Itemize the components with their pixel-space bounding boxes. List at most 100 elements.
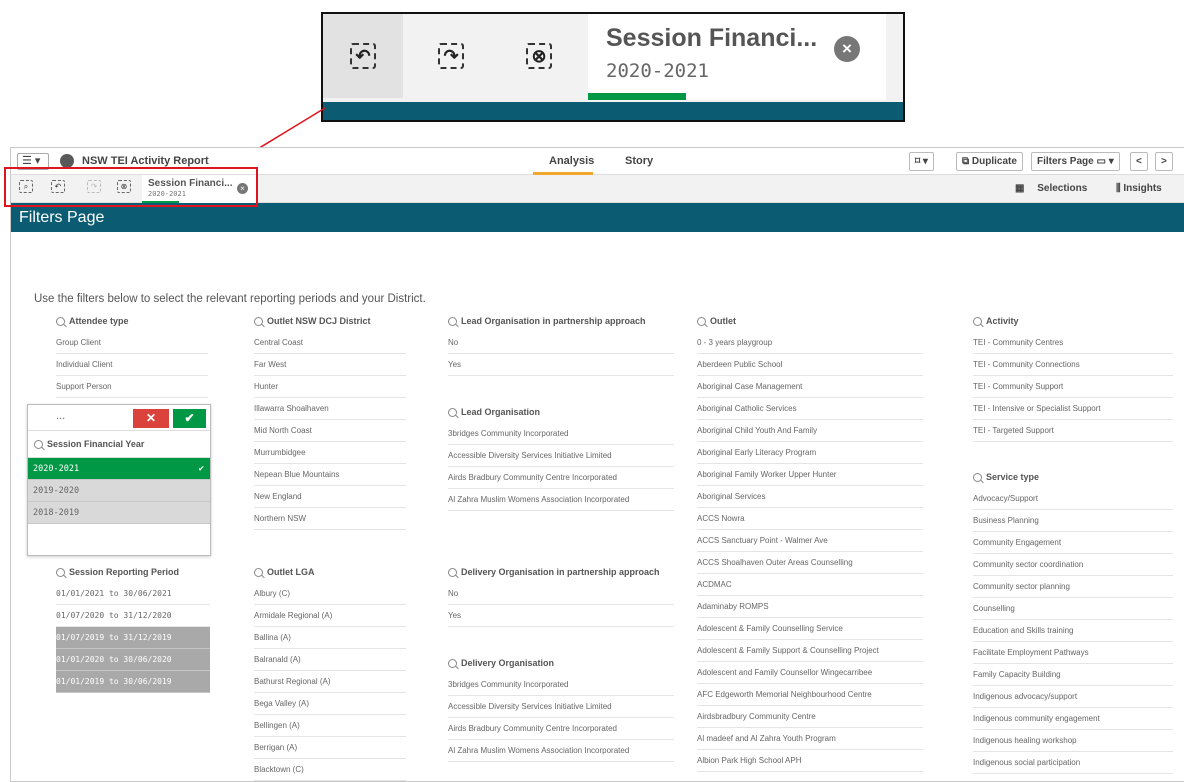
list-item[interactable]: Bellingen (A) — [254, 715, 406, 737]
list-item[interactable]: Indigenous healing workshop — [973, 730, 1173, 752]
sheet-selector[interactable]: Filters Page ▭ ▾ — [1031, 152, 1120, 171]
list-item[interactable]: Airds Bradbury Community Centre Incorpor… — [448, 718, 674, 740]
confirm-selection-button[interactable]: ✔ — [173, 409, 206, 428]
list-item[interactable]: Accessible Diversity Services Initiative… — [448, 445, 674, 467]
list-item[interactable]: Aboriginal Case Management — [697, 376, 923, 398]
listbox-header[interactable]: Session Financial Year — [28, 431, 210, 458]
list-item[interactable]: Bathurst Regional (A) — [254, 671, 406, 693]
zoom-forward-button[interactable]: ↷ — [411, 14, 491, 98]
list-item[interactable]: Advocacy/Support — [973, 488, 1173, 510]
list-item[interactable]: Group Client — [56, 332, 208, 354]
list-item[interactable]: Adaminaby ROMPS — [697, 596, 923, 618]
list-item[interactable]: Community sector planning — [973, 576, 1173, 598]
list-item[interactable]: Albion Park High School APH — [697, 750, 923, 772]
list-item[interactable]: Bega Valley (A) — [254, 693, 406, 715]
list-item[interactable]: TEI - Community Connections — [973, 354, 1173, 376]
list-item[interactable]: 2020-2021 ✔ — [28, 458, 210, 480]
list-item[interactable]: Facilitate Employment Pathways — [973, 642, 1173, 664]
list-item[interactable]: Adolescent & Family Support & Counsellin… — [697, 640, 923, 662]
list-item[interactable]: Support Person — [56, 376, 208, 398]
close-icon[interactable]: × — [834, 36, 860, 62]
insights-button[interactable]: ⫼ Insights — [1116, 183, 1162, 194]
filter-header[interactable]: Outlet NSW DCJ District — [254, 310, 406, 332]
list-item[interactable]: Northern NSW — [254, 508, 406, 530]
list-item[interactable]: Indigenous social participation — [973, 752, 1173, 774]
list-item[interactable]: No — [448, 583, 674, 605]
filter-header[interactable]: Attendee type — [56, 310, 208, 332]
filter-header[interactable]: Lead Organisation in partnership approac… — [448, 310, 674, 332]
list-item[interactable]: Central Coast — [254, 332, 406, 354]
duplicate-button[interactable]: ⧉ Duplicate — [956, 152, 1023, 171]
list-item[interactable]: 01/07/2020 to 31/12/2020 — [56, 605, 210, 627]
list-item[interactable]: Aboriginal Family Worker Upper Hunter — [697, 464, 923, 486]
list-item[interactable]: TEI - Intensive or Specialist Support — [973, 398, 1173, 420]
list-item[interactable]: 01/07/2019 to 31/12/2019 — [56, 627, 210, 649]
list-item[interactable]: Indigenous community engagement — [973, 708, 1173, 730]
filter-header[interactable]: Outlet — [697, 310, 923, 332]
filter-header[interactable]: Outlet LGA — [254, 561, 406, 583]
list-item[interactable]: 2019-2020 — [28, 480, 210, 502]
list-item[interactable]: TEI - Community Centres — [973, 332, 1173, 354]
list-item[interactable]: Hunter — [254, 376, 406, 398]
list-item[interactable]: 01/01/2019 to 30/06/2019 — [56, 671, 210, 693]
list-item[interactable]: Airdsbradbury Community Centre — [697, 706, 923, 728]
list-item[interactable]: New England — [254, 486, 406, 508]
list-item[interactable]: 2018-2019 — [28, 502, 210, 524]
more-options-button[interactable]: ... — [56, 410, 65, 422]
list-item[interactable]: Adolescent & Family Counselling Service — [697, 618, 923, 640]
next-sheet-button[interactable]: > — [1155, 152, 1173, 171]
list-item[interactable]: Aboriginal Early Literacy Program — [697, 442, 923, 464]
list-item[interactable]: 0 - 3 years playgroup — [697, 332, 923, 354]
list-item[interactable]: Yes — [448, 354, 674, 376]
list-item[interactable]: 3bridges Community Incorporated — [448, 674, 674, 696]
list-item[interactable]: Community Engagement — [973, 532, 1173, 554]
list-item[interactable]: ACCS Shoalhaven Outer Areas Counselling — [697, 552, 923, 574]
list-item[interactable]: Berrigan (A) — [254, 737, 406, 759]
zoom-clear-all-button[interactable]: ⊗ — [499, 14, 579, 98]
zoom-selection-item[interactable]: Session Financi... 2020-2021 × — [588, 14, 886, 100]
list-item[interactable]: No — [448, 332, 674, 354]
list-item[interactable]: Illawarra Shoalhaven — [254, 398, 406, 420]
list-item[interactable]: Balranald (A) — [254, 649, 406, 671]
list-item[interactable]: Al Zahra Muslim Womens Association Incor… — [448, 489, 674, 511]
list-item[interactable]: Community sector coordination — [973, 554, 1173, 576]
list-item[interactable]: 3bridges Community Incorporated — [448, 423, 674, 445]
selections-button[interactable]: ▦ Selections — [1015, 183, 1087, 194]
list-item[interactable]: Armidale Regional (A) — [254, 605, 406, 627]
list-item[interactable]: Education and Skills training — [973, 620, 1173, 642]
filter-header[interactable]: Delivery Organisation in partnership app… — [448, 561, 674, 583]
filter-header[interactable]: Service type — [973, 466, 1173, 488]
tab-analysis[interactable]: Analysis — [549, 155, 594, 167]
list-item[interactable]: 01/01/2020 to 30/06/2020 — [56, 649, 210, 671]
tab-story[interactable]: Story — [625, 155, 653, 167]
filter-header[interactable]: Session Reporting Period — [56, 561, 210, 583]
bookmark-button[interactable]: ⌑ ▾ — [909, 152, 934, 171]
cancel-selection-button[interactable]: ✕ — [133, 409, 169, 428]
list-item[interactable]: Blacktown (C) — [254, 759, 406, 781]
list-item[interactable]: Accessible Diversity Services Initiative… — [448, 696, 674, 718]
list-item[interactable]: Murrumbidgee — [254, 442, 406, 464]
filter-header[interactable]: Lead Organisation — [448, 401, 674, 423]
list-item[interactable]: Albury (C) — [254, 583, 406, 605]
list-item[interactable]: Aboriginal Child Youth And Family — [697, 420, 923, 442]
list-item[interactable]: Yes — [448, 605, 674, 627]
list-item[interactable]: ACCS Sanctuary Point - Walmer Ave — [697, 530, 923, 552]
list-item[interactable]: Ballina (A) — [254, 627, 406, 649]
list-item[interactable]: Business Planning — [973, 510, 1173, 532]
list-item[interactable]: Counselling — [973, 598, 1173, 620]
list-item[interactable]: Far West — [254, 354, 406, 376]
list-item[interactable]: Aboriginal Services — [697, 486, 923, 508]
list-item[interactable]: Mid North Coast — [254, 420, 406, 442]
previous-sheet-button[interactable]: < — [1130, 152, 1148, 171]
list-item[interactable]: Al madeef and Al Zahra Youth Program — [697, 728, 923, 750]
list-item[interactable]: Adolescent and Family Counsellor Wingeca… — [697, 662, 923, 684]
list-item[interactable]: Airds Bradbury Community Centre Incorpor… — [448, 467, 674, 489]
filter-header[interactable]: Activity — [973, 310, 1173, 332]
list-item[interactable]: Al Zahra Muslim Womens Association Incor… — [448, 740, 674, 762]
list-item[interactable]: Indigenous advocacy/support — [973, 686, 1173, 708]
list-item[interactable]: Nepean Blue Mountains — [254, 464, 406, 486]
list-item[interactable]: AFC Edgeworth Memorial Neighbourhood Cen… — [697, 684, 923, 706]
filter-header[interactable]: Delivery Organisation — [448, 652, 674, 674]
list-item[interactable]: Aboriginal Catholic Services — [697, 398, 923, 420]
list-item[interactable]: TEI - Targeted Support — [973, 420, 1173, 442]
